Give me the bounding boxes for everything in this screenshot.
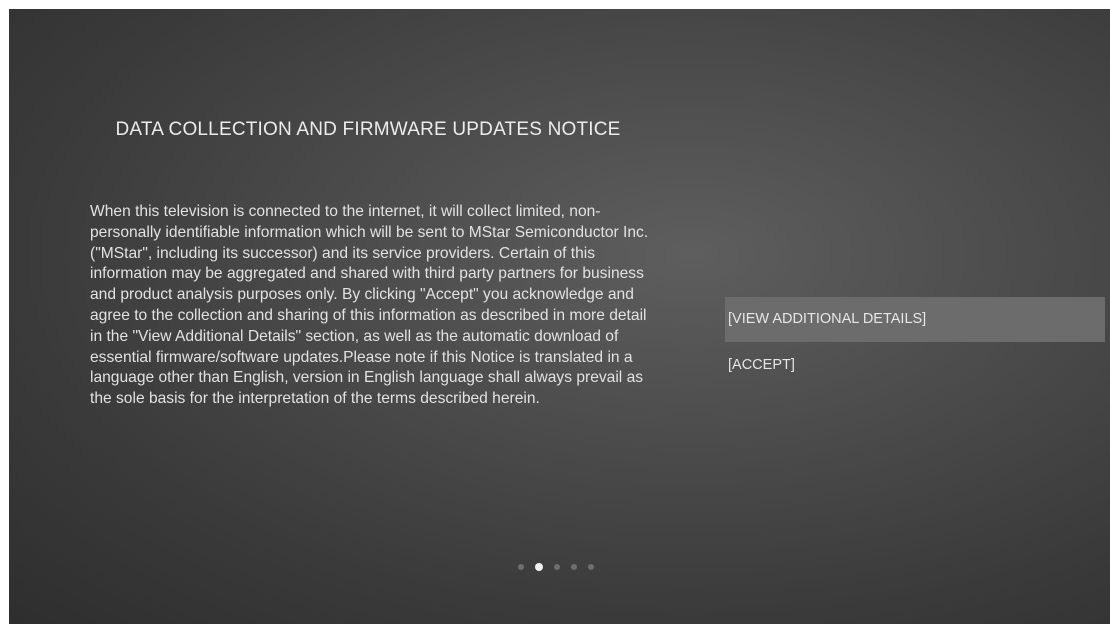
- notice-title: DATA COLLECTION AND FIRMWARE UPDATES NOT…: [115, 119, 621, 140]
- tv-screen: DATA COLLECTION AND FIRMWARE UPDATES NOT…: [9, 9, 1110, 624]
- view-additional-details-button[interactable]: [VIEW ADDITIONAL DETAILS]: [725, 297, 1105, 342]
- page-dot: [588, 564, 594, 570]
- page-indicator: [518, 563, 594, 571]
- page-dot-active: [535, 563, 543, 571]
- page-dot: [554, 564, 560, 570]
- notice-body: When this television is connected to the…: [90, 203, 649, 408]
- accept-button[interactable]: [ACCEPT]: [725, 352, 1105, 378]
- action-menu: [VIEW ADDITIONAL DETAILS] [ACCEPT]: [725, 297, 1105, 378]
- page-dot: [571, 564, 577, 570]
- page-dot: [518, 564, 524, 570]
